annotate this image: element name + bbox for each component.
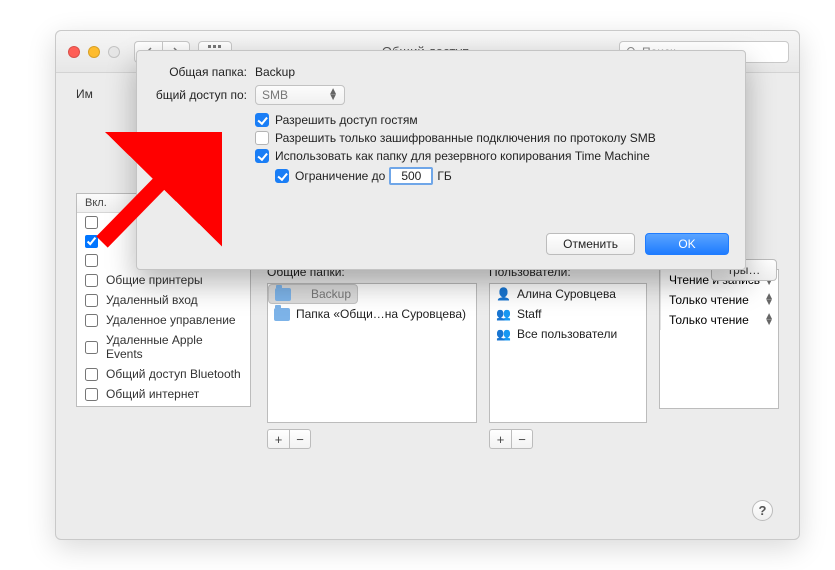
guest-access-label: Разрешить доступ гостям (275, 113, 418, 127)
permissions-column: Чтение и запись▲▼Только чтение▲▼Только ч… (659, 269, 779, 409)
share-via-label: бщий доступ по: (151, 88, 255, 102)
cancel-button[interactable]: Отменить (546, 233, 635, 255)
time-machine-checkbox[interactable] (255, 149, 269, 163)
size-limit-checkbox[interactable] (275, 169, 289, 183)
service-label: Удаленное управление (106, 313, 236, 327)
chevron-updown-icon: ▲▼ (764, 294, 774, 306)
users-add-remove: + − (489, 429, 647, 449)
user-row[interactable]: 👤 Алина Суровцева (490, 284, 646, 304)
service-checkbox[interactable] (85, 388, 98, 401)
user-label: Staff (517, 307, 541, 321)
folders-add-remove: + − (267, 429, 477, 449)
user-icon: 👥 (496, 327, 511, 341)
users-remove-button[interactable]: − (511, 429, 533, 449)
computer-name-label-fragment: Им (76, 87, 93, 101)
folder-icon (274, 308, 290, 321)
share-via-select[interactable]: SMB ▲▼ (255, 85, 345, 105)
service-checkbox[interactable] (85, 294, 98, 307)
chevron-updown-icon: ▲▼ (764, 314, 774, 326)
service-row[interactable]: Кэширование контента (77, 404, 250, 407)
user-row[interactable]: 👥 Staff (490, 304, 646, 324)
smb-encrypt-label: Разрешить только зашифрованные подключен… (275, 131, 656, 145)
size-limit-suffix: ГБ (437, 169, 451, 183)
service-checkbox[interactable] (85, 216, 98, 229)
service-row[interactable]: Удаленный вход (77, 290, 250, 310)
service-label: Общие принтеры (106, 273, 203, 287)
sharing-detail: Общие папки: BackupПапка «Общи…на Суровц… (267, 265, 779, 519)
user-label: Алина Суровцева (517, 287, 616, 301)
maximize-icon[interactable] (108, 46, 120, 58)
service-row[interactable]: Общий интернет (77, 384, 250, 404)
minimize-icon[interactable] (88, 46, 100, 58)
time-machine-label: Использовать как папку для резервного ко… (275, 149, 650, 163)
users-list[interactable]: 👤 Алина Суровцева 👥 Staff 👥 Все пользователи (489, 283, 647, 423)
chevron-updown-icon: ▲▼ (328, 89, 338, 101)
traffic-lights (68, 46, 120, 58)
service-checkbox[interactable] (85, 274, 98, 287)
service-row[interactable]: Общие принтеры (77, 270, 250, 290)
shared-folders-list[interactable]: Backup Папка «Общи…на Суровцева) (267, 283, 477, 423)
shared-folder-label: Общая папка: (151, 65, 255, 79)
user-icon: 👤 (496, 287, 511, 301)
folder-row[interactable]: Backup (268, 284, 358, 304)
folder-options-sheet: Общая папка: Backup бщий доступ по: SMB … (136, 50, 746, 270)
shared-folder-value: Backup (255, 65, 295, 79)
permission-select[interactable]: Только чтение ▲▼ (660, 310, 778, 330)
help-button[interactable]: ? (752, 500, 773, 521)
folders-add-button[interactable]: + (267, 429, 289, 449)
folder-icon (275, 288, 291, 301)
permission-label: Только чтение (669, 293, 749, 307)
service-label: Удаленные Apple Events (106, 333, 242, 361)
size-limit-input[interactable]: 500 (389, 167, 433, 185)
user-icon: 👥 (496, 307, 511, 321)
folders-remove-button[interactable]: − (289, 429, 311, 449)
service-checkbox[interactable] (85, 341, 98, 354)
service-label: Общий доступ Bluetooth (106, 367, 241, 381)
service-checkbox[interactable] (85, 368, 98, 381)
user-label: Все пользователи (517, 327, 617, 341)
guest-access-checkbox[interactable] (255, 113, 269, 127)
user-row[interactable]: 👥 Все пользователи (490, 324, 646, 344)
service-row[interactable]: Удаленные Apple Events (77, 330, 250, 364)
service-label: Общий интернет (106, 387, 199, 401)
folder-label: Backup (311, 287, 351, 301)
users-add-button[interactable]: + (489, 429, 511, 449)
permission-label: Только чтение (669, 313, 749, 327)
ok-button[interactable]: OK (645, 233, 729, 255)
service-checkbox[interactable] (85, 254, 98, 267)
service-checkbox[interactable] (85, 314, 98, 327)
folder-label: Папка «Общи…на Суровцева) (296, 307, 466, 321)
smb-encrypt-checkbox[interactable] (255, 131, 269, 145)
service-row[interactable]: Удаленное управление (77, 310, 250, 330)
size-limit-prefix: Ограничение до (295, 169, 385, 183)
service-label: Удаленный вход (106, 293, 198, 307)
folder-row[interactable]: Папка «Общи…на Суровцева) (268, 304, 476, 324)
service-checkbox[interactable] (85, 235, 98, 248)
permission-select[interactable]: Только чтение ▲▼ (660, 290, 778, 310)
service-row[interactable]: Общий доступ Bluetooth (77, 364, 250, 384)
close-icon[interactable] (68, 46, 80, 58)
